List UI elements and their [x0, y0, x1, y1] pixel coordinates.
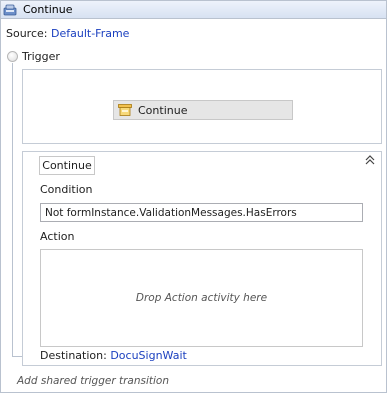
destination-row: Destination: DocuSignWait — [40, 349, 187, 362]
transition-name-field[interactable]: Continue — [39, 156, 95, 175]
transition-connector-line — [12, 63, 13, 357]
trigger-label: Trigger — [22, 50, 60, 63]
state-header[interactable]: Continue — [1, 1, 386, 19]
trigger-activity[interactable]: Continue — [113, 100, 293, 120]
source-row: Source: Default-Frame — [6, 27, 129, 40]
collapse-icon[interactable] — [365, 155, 375, 165]
action-drop-area[interactable]: Drop Action activity here — [40, 249, 363, 347]
trigger-drop-area[interactable]: Continue — [22, 69, 382, 144]
add-shared-trigger-transition[interactable]: Add shared trigger transition — [17, 375, 169, 387]
state-container: Continue Source: Default-Frame Trigger C… — [0, 0, 387, 393]
source-label: Source: — [6, 27, 48, 40]
state-title: Continue — [23, 3, 73, 16]
source-link[interactable]: Default-Frame — [51, 27, 129, 40]
action-drop-placeholder: Drop Action activity here — [135, 292, 268, 304]
destination-link[interactable]: DocuSignWait — [110, 349, 187, 362]
trigger-activity-label: Continue — [138, 103, 188, 117]
state-icon — [3, 3, 17, 17]
condition-input[interactable]: Not formInstance.ValidationMessages.HasE… — [40, 203, 363, 222]
condition-label: Condition — [40, 183, 93, 196]
trigger-node-icon — [7, 51, 18, 62]
transition-panel: Continue Condition Not formInstance.Vali… — [22, 151, 382, 366]
destination-label: Destination: — [40, 349, 107, 362]
activity-icon — [118, 103, 132, 117]
action-label: Action — [40, 230, 75, 243]
